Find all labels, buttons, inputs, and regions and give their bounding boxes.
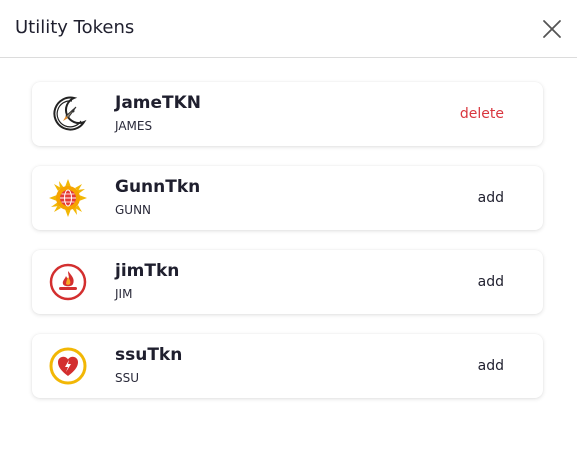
modal-title: Utility Tokens xyxy=(15,17,135,38)
token-symbol: SSU xyxy=(115,371,140,385)
token-name: GunnTkn xyxy=(115,177,201,197)
token-symbol: JIM xyxy=(115,287,133,301)
token-card: jimTkn JIM add xyxy=(32,250,543,314)
token-list: JameTKN JAMES delete GunnTkn GUNN add ji… xyxy=(32,82,543,418)
token-logo xyxy=(48,94,88,134)
heart-bolt-icon xyxy=(49,347,87,385)
close-button[interactable] xyxy=(540,17,564,41)
token-card: GunnTkn GUNN add xyxy=(32,166,543,230)
add-button[interactable]: add xyxy=(478,188,504,208)
crescent-rocket-icon xyxy=(53,96,87,131)
token-symbol: JAMES xyxy=(115,119,153,133)
token-name: JameTKN xyxy=(115,93,202,113)
delete-button[interactable]: delete xyxy=(460,104,504,124)
add-button[interactable]: add xyxy=(478,356,504,376)
token-logo xyxy=(48,178,88,218)
campfire-icon xyxy=(49,263,87,301)
token-card: ssuTkn SSU add xyxy=(32,334,543,398)
close-icon xyxy=(543,20,561,38)
token-name: jimTkn xyxy=(115,261,180,281)
sun-globe-icon xyxy=(49,179,87,217)
token-logo xyxy=(48,262,88,302)
token-card: JameTKN JAMES delete xyxy=(32,82,543,146)
utility-tokens-modal: Utility Tokens JameTKN JAMES delete Gunn… xyxy=(0,0,577,449)
token-logo xyxy=(48,346,88,386)
token-symbol: GUNN xyxy=(115,203,152,217)
add-button[interactable]: add xyxy=(478,272,504,292)
token-name: ssuTkn xyxy=(115,345,183,365)
modal-header: Utility Tokens xyxy=(0,0,577,58)
